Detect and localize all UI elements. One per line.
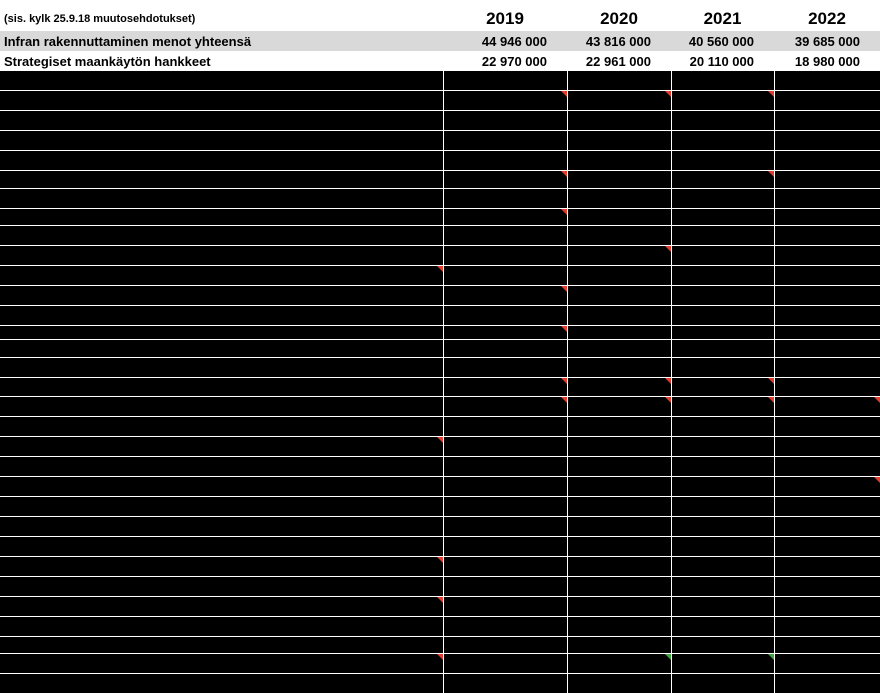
row-gridline [0,188,880,189]
table-row: Strategiset maankäytön hankkeet 22 970 0… [0,51,880,71]
value-cell[interactable]: 40 560 000 [671,31,774,51]
comment-indicator-icon[interactable] [561,209,567,215]
row-gridline [0,150,880,151]
value-cell[interactable]: 44 946 000 [443,31,567,51]
row-gridline [0,377,880,378]
comment-indicator-icon[interactable] [561,378,567,384]
comment-indicator-icon[interactable] [874,397,880,403]
row-gridline [0,339,880,340]
year-2022-header[interactable]: 2022 [774,0,880,31]
column-gridline [774,71,775,693]
comment-indicator-icon[interactable] [768,397,774,403]
year-2019-header[interactable]: 2019 [443,0,567,31]
comment-indicator-icon[interactable] [561,326,567,332]
row-gridline [0,576,880,577]
header-note[interactable]: (sis. kylk 25.9.18 muutosehdotukset) [0,0,443,31]
value-cell[interactable]: 20 110 000 [671,51,774,71]
comment-indicator-icon[interactable] [437,654,443,660]
column-gridline [567,71,568,693]
row-label[interactable]: Strategiset maankäytön hankkeet [0,51,443,71]
row-gridline [0,673,880,674]
comment-indicator-icon[interactable] [437,437,443,443]
row-gridline [0,305,880,306]
comment-indicator-icon[interactable] [437,597,443,603]
row-gridline [0,208,880,209]
comment-indicator-icon[interactable] [437,266,443,272]
row-gridline [0,476,880,477]
year-2021-header[interactable]: 2021 [671,0,774,31]
row-gridline [0,90,880,91]
year-2020-header[interactable]: 2020 [567,0,671,31]
comment-indicator-icon[interactable] [665,397,671,403]
row-gridline [0,456,880,457]
comment-indicator-icon[interactable] [874,477,880,483]
comment-indicator-icon[interactable] [768,654,774,660]
comment-indicator-icon[interactable] [561,171,567,177]
value-cell[interactable]: 18 980 000 [774,51,880,71]
value-cell[interactable]: 22 961 000 [567,51,671,71]
comment-indicator-icon[interactable] [665,654,671,660]
row-gridline [0,245,880,246]
row-gridline [0,396,880,397]
comment-indicator-icon[interactable] [437,557,443,563]
comment-indicator-icon[interactable] [561,397,567,403]
comment-indicator-icon[interactable] [561,286,567,292]
row-gridline [0,170,880,171]
comment-indicator-icon[interactable] [665,246,671,252]
row-gridline [0,536,880,537]
row-gridline [0,357,880,358]
row-label[interactable]: Infran rakennuttaminen menot yhteensä [0,31,443,51]
row-gridline [0,616,880,617]
row-gridline [0,636,880,637]
column-gridline [671,71,672,693]
value-cell[interactable]: 39 685 000 [774,31,880,51]
row-gridline [0,130,880,131]
row-gridline [0,225,880,226]
row-gridline [0,516,880,517]
comment-indicator-icon[interactable] [665,91,671,97]
table-row: Infran rakennuttaminen menot yhteensä 44… [0,31,880,51]
comment-indicator-icon[interactable] [768,91,774,97]
row-gridline [0,285,880,286]
value-cell[interactable]: 43 816 000 [567,31,671,51]
row-gridline [0,416,880,417]
comment-indicator-icon[interactable] [768,171,774,177]
row-gridline [0,110,880,111]
column-gridline [443,71,444,693]
value-cell[interactable]: 22 970 000 [443,51,567,71]
row-gridline [0,325,880,326]
row-gridline [0,496,880,497]
comment-indicator-icon[interactable] [665,378,671,384]
header-row: (sis. kylk 25.9.18 muutosehdotukset) 201… [0,0,880,31]
comment-indicator-icon[interactable] [768,378,774,384]
spreadsheet: (sis. kylk 25.9.18 muutosehdotukset) 201… [0,0,880,693]
comment-indicator-icon[interactable] [561,91,567,97]
